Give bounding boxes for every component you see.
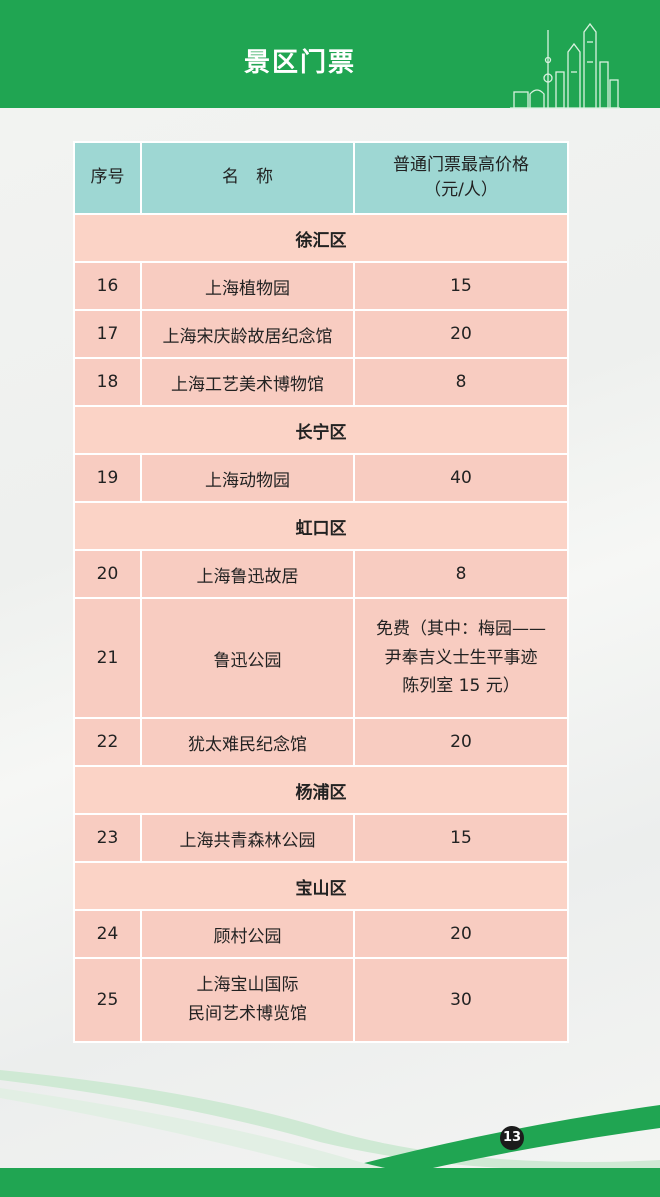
district-label: 宝山区 <box>73 861 569 911</box>
header-price-line2: （元/人） <box>424 180 498 200</box>
header-price-line1: 普通门票最高价格 <box>393 154 529 175</box>
row-price: 15 <box>353 813 569 863</box>
row-price: 30 <box>353 957 569 1043</box>
row-name: 上海宋庆龄故居纪念馆 <box>140 309 355 359</box>
row-number: 18 <box>73 357 142 407</box>
row-name: 顾村公园 <box>140 909 355 959</box>
city-skyline-icon <box>510 22 620 109</box>
table-row: 25 上海宝山国际 民间艺术博览馆 30 <box>73 957 569 1043</box>
row-name: 上海共青森林公园 <box>140 813 355 863</box>
name-line: 民间艺术博览馆 <box>188 1004 307 1024</box>
district-row: 杨浦区 <box>73 765 569 815</box>
row-name: 上海宝山国际 民间艺术博览馆 <box>140 957 355 1043</box>
table-row: 21 鲁迅公园 免费（其中：梅园—— 尹奉吉义士生平事迹 陈列室 15 元） <box>73 597 569 719</box>
price-line: 免费（其中：梅园—— <box>376 618 546 639</box>
district-row: 宝山区 <box>73 861 569 911</box>
row-price: 免费（其中：梅园—— 尹奉吉义士生平事迹 陈列室 15 元） <box>353 597 569 719</box>
district-label: 长宁区 <box>73 405 569 455</box>
row-number: 22 <box>73 717 142 767</box>
table-row: 17 上海宋庆龄故居纪念馆 20 <box>73 309 569 359</box>
row-number: 20 <box>73 549 142 599</box>
row-number: 21 <box>73 597 142 719</box>
table-row: 19 上海动物园 40 <box>73 453 569 503</box>
district-row: 长宁区 <box>73 405 569 455</box>
ticket-price-table: 序号 名 称 普通门票最高价格 （元/人） 徐汇区 16 上海植物园 15 17… <box>73 141 569 1043</box>
table-row: 23 上海共青森林公园 15 <box>73 813 569 863</box>
ticket-table-wrapper: 序号 名 称 普通门票最高价格 （元/人） 徐汇区 16 上海植物园 15 17… <box>73 141 569 1043</box>
row-name: 上海鲁迅故居 <box>140 549 355 599</box>
row-number: 17 <box>73 309 142 359</box>
page-header: 景区门票 <box>0 0 660 109</box>
district-label: 徐汇区 <box>73 213 569 263</box>
table-row: 22 犹太难民纪念馆 20 <box>73 717 569 767</box>
page-number: 13 <box>500 1126 524 1150</box>
district-row: 徐汇区 <box>73 213 569 263</box>
row-number: 16 <box>73 261 142 311</box>
row-number: 24 <box>73 909 142 959</box>
row-name: 上海动物园 <box>140 453 355 503</box>
district-label: 杨浦区 <box>73 765 569 815</box>
header-price: 普通门票最高价格 （元/人） <box>353 141 569 215</box>
header-name: 名 称 <box>140 141 355 215</box>
district-label: 虹口区 <box>73 501 569 551</box>
row-name: 犹太难民纪念馆 <box>140 717 355 767</box>
price-line: 尹奉吉义士生平事迹 <box>384 647 538 668</box>
table-row: 20 上海鲁迅故居 8 <box>73 549 569 599</box>
district-row: 虹口区 <box>73 501 569 551</box>
row-price: 15 <box>353 261 569 311</box>
row-name: 上海植物园 <box>140 261 355 311</box>
footer-bar <box>0 1168 660 1197</box>
table-row: 16 上海植物园 15 <box>73 261 569 311</box>
header-number: 序号 <box>73 141 142 215</box>
row-price: 20 <box>353 309 569 359</box>
name-line: 上海宝山国际 <box>196 975 299 996</box>
row-number: 23 <box>73 813 142 863</box>
price-line: 陈列室 15 元） <box>402 676 520 697</box>
row-price: 40 <box>353 453 569 503</box>
row-name: 鲁迅公园 <box>140 597 355 719</box>
row-price: 20 <box>353 909 569 959</box>
row-name: 上海工艺美术博物馆 <box>140 357 355 407</box>
row-number: 19 <box>73 453 142 503</box>
table-row: 18 上海工艺美术博物馆 8 <box>73 357 569 407</box>
table-header-row: 序号 名 称 普通门票最高价格 （元/人） <box>73 141 569 215</box>
row-price: 20 <box>353 717 569 767</box>
row-number: 25 <box>73 957 142 1043</box>
table-row: 24 顾村公园 20 <box>73 909 569 959</box>
row-price: 8 <box>353 549 569 599</box>
row-price: 8 <box>353 357 569 407</box>
